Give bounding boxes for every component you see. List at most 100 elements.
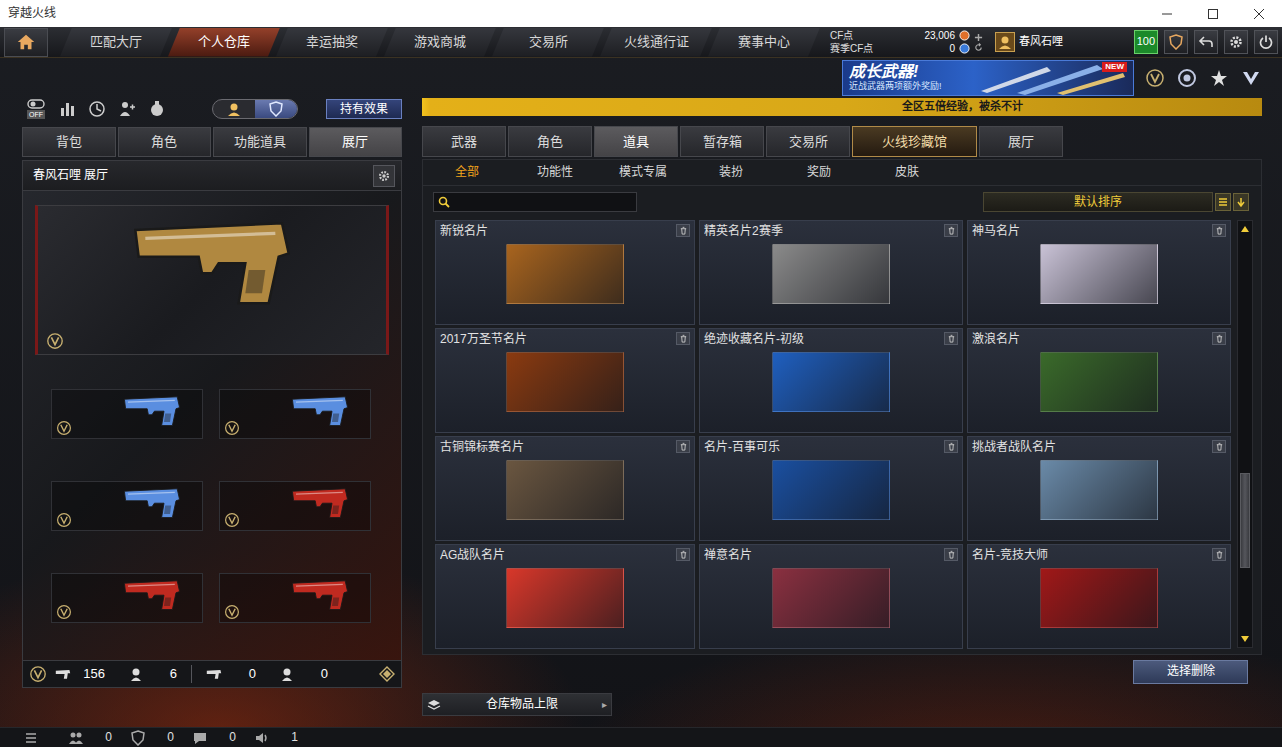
back-icon[interactable]	[1194, 30, 1218, 54]
right-tab[interactable]: 展厅	[979, 126, 1063, 157]
promo-banner[interactable]: 成长武器!近战武器两项额外奖励!NEW	[842, 60, 1134, 96]
power-icon[interactable]	[1254, 30, 1278, 54]
trash-icon[interactable]	[676, 440, 690, 453]
item-card[interactable]: 挑战者战队名片	[967, 436, 1231, 541]
refresh-icon[interactable]	[974, 43, 983, 52]
item-card[interactable]: 绝迹收藏名片-初级	[699, 328, 963, 433]
item-card[interactable]: 名片-百事可乐	[699, 436, 963, 541]
scroll-middle	[1238, 237, 1252, 631]
home-icon[interactable]	[4, 28, 48, 57]
trash-icon[interactable]	[1212, 224, 1226, 237]
item-card[interactable]: 新锐名片	[435, 220, 695, 325]
sub-tab[interactable]: 奖励	[775, 160, 863, 185]
item-card[interactable]: 神马名片	[967, 220, 1231, 325]
wings-icon[interactable]	[1240, 67, 1262, 89]
item-card[interactable]: 精英名片2赛季	[699, 220, 963, 325]
nav-tab[interactable]: 幸运抽奖	[276, 28, 388, 57]
right-tab[interactable]: 火线珍藏馆	[852, 126, 977, 157]
gear-icon[interactable]	[373, 165, 395, 187]
right-tab[interactable]: 道具	[594, 126, 678, 157]
left-tab[interactable]: 背包	[22, 127, 116, 157]
tab-label: 道具	[623, 134, 649, 150]
left-tab[interactable]: 展厅	[309, 127, 403, 157]
scrollbar-thumb[interactable]	[1240, 473, 1250, 568]
sort-down-icon[interactable]	[1233, 193, 1249, 211]
friends-icon[interactable]	[68, 731, 84, 745]
shield-icon[interactable]	[1164, 30, 1188, 54]
sub-tab[interactable]: 装扮	[687, 160, 775, 185]
sub-tab[interactable]: 全部	[423, 160, 511, 185]
currency-value: 0	[949, 43, 955, 55]
scroll-up-icon[interactable]	[1240, 225, 1250, 233]
trash-icon[interactable]	[1212, 440, 1226, 453]
trash-icon[interactable]	[676, 224, 690, 237]
list-view-icon[interactable]	[1215, 193, 1231, 211]
add-friend-icon[interactable]	[116, 98, 138, 120]
trash-icon[interactable]	[944, 440, 958, 453]
minimize-icon[interactable]	[1144, 0, 1190, 27]
scrollbar-track[interactable]	[1237, 220, 1253, 648]
trash-icon[interactable]	[676, 548, 690, 561]
trash-icon[interactable]	[944, 548, 958, 561]
sub-tab[interactable]: 模式专属	[599, 160, 687, 185]
off-toggle[interactable]: OFF	[24, 98, 48, 120]
nav-tab[interactable]: 游戏商城	[384, 28, 496, 57]
showcase-slot[interactable]	[219, 481, 371, 531]
speaker-icon[interactable]	[254, 731, 270, 745]
menu-list-icon[interactable]	[24, 731, 38, 745]
showcase-slot[interactable]	[219, 573, 371, 623]
showcase-slot[interactable]	[219, 389, 371, 439]
trash-icon[interactable]	[1212, 332, 1226, 345]
stats-icon[interactable]	[56, 98, 78, 120]
maximize-icon[interactable]	[1190, 0, 1236, 27]
featured-slot[interactable]	[35, 205, 389, 355]
right-tab[interactable]: 交易所	[766, 126, 850, 157]
nav-tab[interactable]: 个人仓库	[168, 28, 280, 57]
nav-tab[interactable]: 火线通行证	[600, 28, 712, 57]
chat-icon[interactable]	[192, 731, 208, 745]
delete-button[interactable]: 选择删除	[1133, 660, 1248, 684]
nav-tab[interactable]: 匹配大厅	[60, 28, 172, 57]
target-icon[interactable]	[1176, 67, 1198, 89]
close-icon[interactable]	[1236, 0, 1282, 27]
right-tab[interactable]: 角色	[508, 126, 592, 157]
nav-tab[interactable]: 赛事中心	[708, 28, 820, 57]
trash-icon[interactable]	[944, 332, 958, 345]
item-card[interactable]: AG战队名片	[435, 544, 695, 649]
right-tab[interactable]: 武器	[422, 126, 506, 157]
item-card[interactable]: 古铜锦标赛名片	[435, 436, 695, 541]
showcase-slot[interactable]	[51, 481, 203, 531]
avatar-icon[interactable]	[995, 32, 1015, 52]
left-tab[interactable]: 角色	[118, 127, 212, 157]
settings-gear-icon[interactable]	[1224, 30, 1248, 54]
showcase-slot[interactable]	[51, 573, 203, 623]
currency-label: CF点	[830, 30, 920, 42]
grenade-icon[interactable]	[146, 98, 168, 120]
sub-tab[interactable]: 功能性	[511, 160, 599, 185]
right-tab[interactable]: 暂存箱	[680, 126, 764, 157]
sub-tab[interactable]: 皮肤	[863, 160, 951, 185]
trash-icon[interactable]	[1212, 548, 1226, 561]
scroll-down-icon[interactable]	[1240, 635, 1250, 643]
item-card[interactable]: 禅意名片	[699, 544, 963, 649]
showcase-slot[interactable]	[51, 389, 203, 439]
plus-icon[interactable]	[974, 33, 983, 42]
toggle-option[interactable]	[213, 100, 255, 118]
timer-icon[interactable]	[86, 98, 108, 120]
capacity-button[interactable]: 仓库物品上限▸	[422, 693, 612, 716]
left-tab[interactable]: 功能道具	[213, 127, 307, 157]
item-card[interactable]: 名片-竞技大师	[967, 544, 1231, 649]
trash-icon[interactable]	[944, 224, 958, 237]
shield-icon[interactable]	[130, 730, 146, 746]
v-emblem-icon[interactable]	[1144, 67, 1166, 89]
item-card[interactable]: 2017万圣节名片	[435, 328, 695, 433]
nav-tab[interactable]: 交易所	[492, 28, 604, 57]
toggle-option[interactable]	[255, 100, 297, 118]
search-input[interactable]	[454, 195, 632, 209]
trash-icon[interactable]	[676, 332, 690, 345]
item-card[interactable]: 激浪名片	[967, 328, 1231, 433]
effect-button[interactable]: 持有效果	[326, 99, 402, 119]
star-icon[interactable]	[1208, 67, 1230, 89]
sort-dropdown[interactable]: 默认排序	[983, 192, 1213, 212]
pistol-icon	[127, 210, 297, 310]
